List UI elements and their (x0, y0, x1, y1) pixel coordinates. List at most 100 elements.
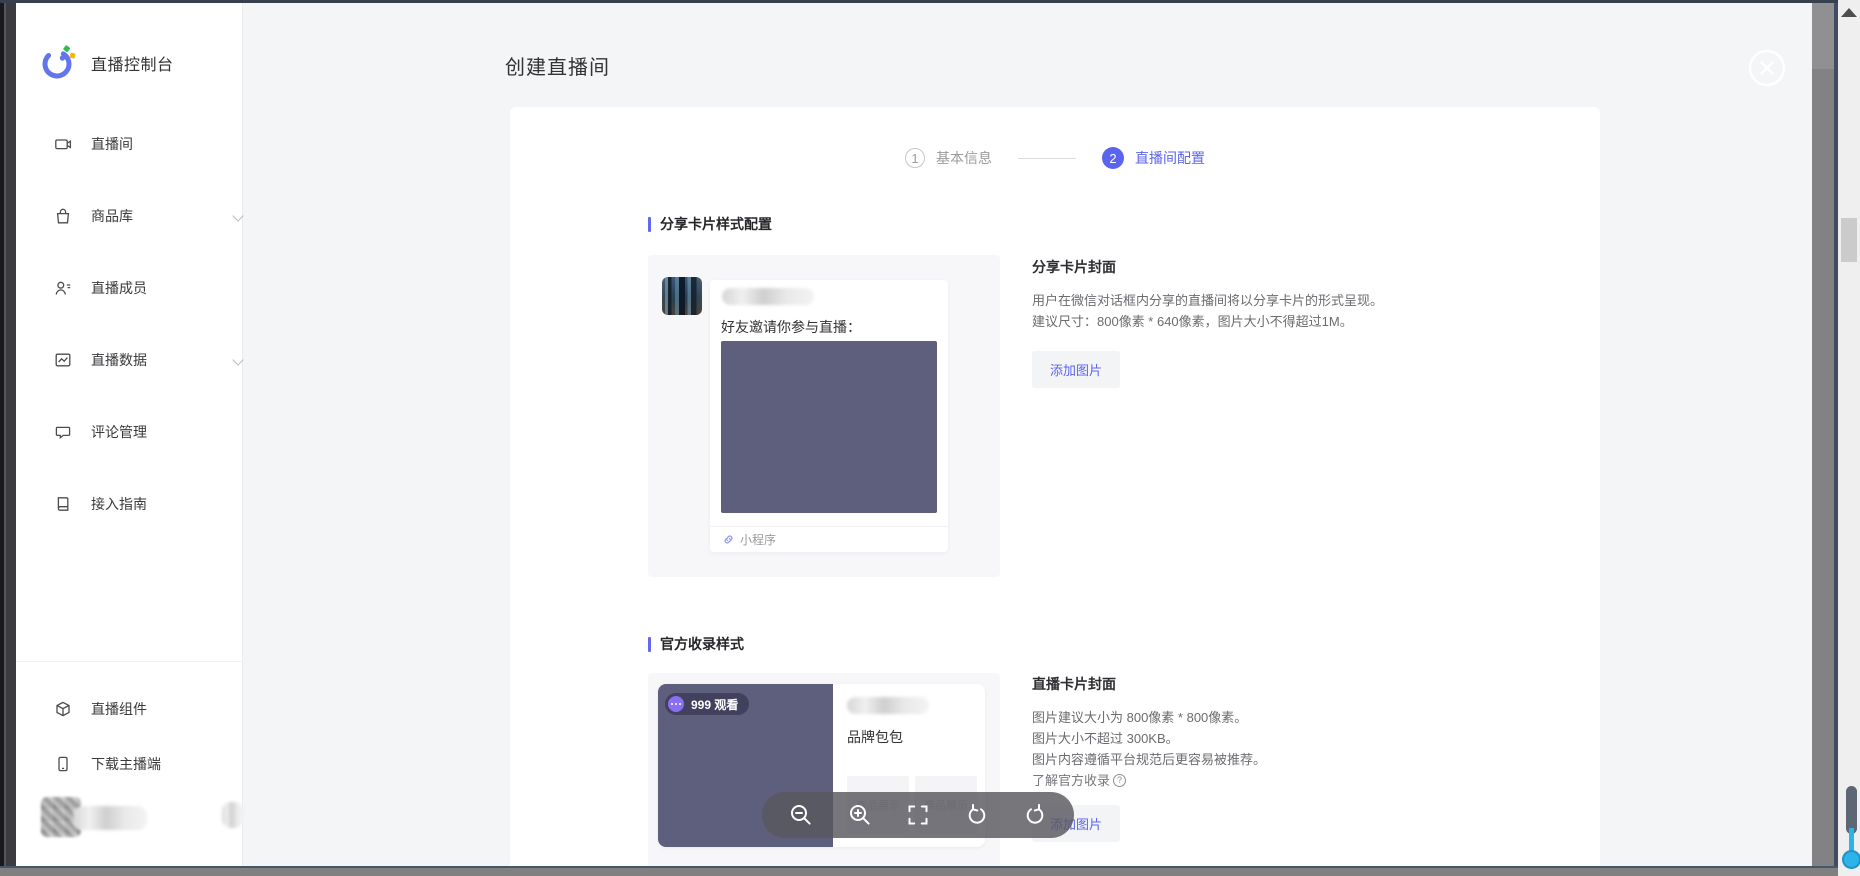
share-card-section-header: 分享卡片样式配置 (648, 214, 772, 234)
info-line: 图片建议大小为 800像素 * 800像素。 (1032, 707, 1512, 728)
fullscreen-button[interactable] (905, 802, 931, 828)
fullscreen-icon (906, 803, 930, 827)
sidebar-item-label: 商品库 (91, 206, 133, 226)
chevron-down-icon (232, 354, 243, 365)
sidebar-item-label: 评论管理 (91, 422, 147, 442)
phone-icon (54, 755, 72, 773)
censored-shop-name (847, 697, 929, 714)
sidebar-item-label: 下载主播端 (91, 754, 161, 774)
camera-icon (54, 135, 72, 153)
official-listing-help-link[interactable]: 了解官方收录 ? (1032, 770, 1512, 791)
sidebar-item-live-room[interactable]: 直播间 (16, 131, 243, 157)
cube-icon (54, 700, 72, 718)
share-card-footer: 小程序 (710, 526, 948, 552)
invite-text: 好友邀请你参与直播： (721, 317, 861, 337)
window-left-edge (0, 0, 16, 868)
step-number: 1 (905, 148, 925, 168)
share-card-preview-panel: 好友邀请你参与直播： 小程序 (648, 255, 1000, 577)
viewers-count: 999 观看 (691, 696, 738, 713)
rotate-right-icon (1023, 803, 1047, 827)
section-accent-bar (648, 637, 651, 652)
zoom-in-button[interactable] (847, 802, 873, 828)
zoom-out-button[interactable] (788, 802, 814, 828)
share-cover-placeholder (721, 341, 937, 513)
censored-user-name (73, 806, 147, 830)
zoom-out-icon (789, 803, 813, 827)
section-title: 分享卡片样式配置 (660, 214, 772, 234)
sidebar-item-integration-guide[interactable]: 接入指南 (16, 491, 243, 517)
user-account-row[interactable] (16, 795, 243, 839)
info-heading: 分享卡片封面 (1032, 257, 1512, 277)
pen-cursor-icon (1842, 786, 1860, 876)
share-cover-info: 分享卡片封面 用户在微信对话框内分享的直播间将以分享卡片的形式呈现。 建议尺寸：… (1032, 257, 1512, 388)
comment-icon (54, 423, 72, 441)
info-line: 用户在微信对话框内分享的直播间将以分享卡片的形式呈现。 (1032, 290, 1512, 311)
page-scrollbar-thumb[interactable] (1812, 3, 1834, 69)
sidebar-item-label: 接入指南 (91, 494, 147, 514)
rotate-left-button[interactable] (964, 802, 990, 828)
scroll-up-arrow-icon[interactable] (1841, 8, 1857, 17)
censored-user-badge (222, 802, 243, 828)
sidebar-item-live-data[interactable]: 直播数据 (16, 347, 243, 373)
members-icon (54, 279, 72, 297)
window-bottom-bar (0, 866, 1838, 876)
chart-icon (54, 351, 72, 369)
browser-scrollbar[interactable] (1838, 0, 1860, 876)
rotate-left-icon (965, 803, 989, 827)
sidebar-item-label: 直播数据 (91, 350, 147, 370)
sidebar-divider (16, 661, 243, 662)
brand-logo-icon (41, 45, 77, 81)
info-line: 图片大小不超过 300KB。 (1032, 728, 1512, 749)
step-label: 基本信息 (936, 148, 992, 168)
link-icon (723, 534, 734, 545)
sidebar-item-download-anchor-app[interactable]: 下载主播端 (16, 751, 243, 777)
chevron-down-icon (232, 210, 243, 221)
info-line: 图片内容遵循平台规范后更容易被推荐。 (1032, 749, 1512, 770)
info-line: 建议尺寸：800像素 * 640像素，图片大小不得超过1M。 (1032, 311, 1512, 332)
sidebar-item-label: 直播间 (91, 134, 133, 154)
stepper: 1 基本信息 2 直播间配置 (510, 147, 1600, 169)
page-scrollbar[interactable] (1812, 3, 1834, 866)
guide-icon (54, 495, 72, 513)
close-icon (1748, 49, 1786, 87)
help-icon: ? (1113, 774, 1126, 787)
step-basic-info: 1 基本信息 (905, 148, 992, 168)
rotate-right-button[interactable] (1022, 802, 1048, 828)
viewers-badge: 999 观看 (665, 693, 749, 715)
step-room-config: 2 直播间配置 (1102, 147, 1205, 169)
window-top-border (0, 0, 1838, 3)
share-card-bubble: 好友邀请你参与直播： 小程序 (710, 280, 948, 552)
create-live-room-page: 创建直播间 1 基本信息 2 直播间配置 (243, 3, 1812, 866)
page-title: 创建直播间 (505, 51, 610, 80)
live-cover-info: 直播卡片封面 图片建议大小为 800像素 * 800像素。 图片大小不超过 30… (1032, 674, 1512, 842)
add-image-button[interactable]: 添加图片 (1032, 351, 1120, 388)
live-status-icon (668, 696, 684, 712)
config-card: 1 基本信息 2 直播间配置 分享卡片样式配置 好友邀请你参与直播： (510, 107, 1600, 866)
sidebar-item-label: 直播组件 (91, 699, 147, 719)
image-viewer-toolbar (762, 792, 1074, 838)
screen: 直播控制台 直播间 商品库 直播成员 直播数据 (0, 0, 1860, 876)
brand: 直播控制台 (41, 45, 174, 81)
section-accent-bar (648, 217, 651, 232)
help-link-label: 了解官方收录 (1032, 770, 1110, 791)
sidebar-item-live-components[interactable]: 直播组件 (16, 696, 243, 722)
close-button[interactable] (1748, 49, 1786, 87)
step-number: 2 (1102, 147, 1124, 169)
sidebar-item-product-library[interactable]: 商品库 (16, 203, 243, 229)
chat-avatar-image (662, 277, 702, 315)
info-heading: 直播卡片封面 (1032, 674, 1512, 694)
sidebar-item-label: 直播成员 (91, 278, 147, 298)
official-style-section-header: 官方收录样式 (648, 634, 744, 654)
mini-program-label: 小程序 (740, 531, 776, 548)
step-connector (1018, 158, 1076, 159)
step-label: 直播间配置 (1135, 148, 1205, 168)
brand-title: 直播控制台 (91, 51, 174, 75)
zoom-in-icon (848, 803, 872, 827)
sidebar-item-comment-management[interactable]: 评论管理 (16, 419, 243, 445)
section-title: 官方收录样式 (660, 634, 744, 654)
sidebar: 直播控制台 直播间 商品库 直播成员 直播数据 (16, 3, 243, 866)
sidebar-item-live-members[interactable]: 直播成员 (16, 275, 243, 301)
browser-scrollbar-thumb[interactable] (1841, 218, 1857, 262)
bag-icon (54, 207, 72, 225)
product-title: 品牌包包 (847, 727, 971, 747)
